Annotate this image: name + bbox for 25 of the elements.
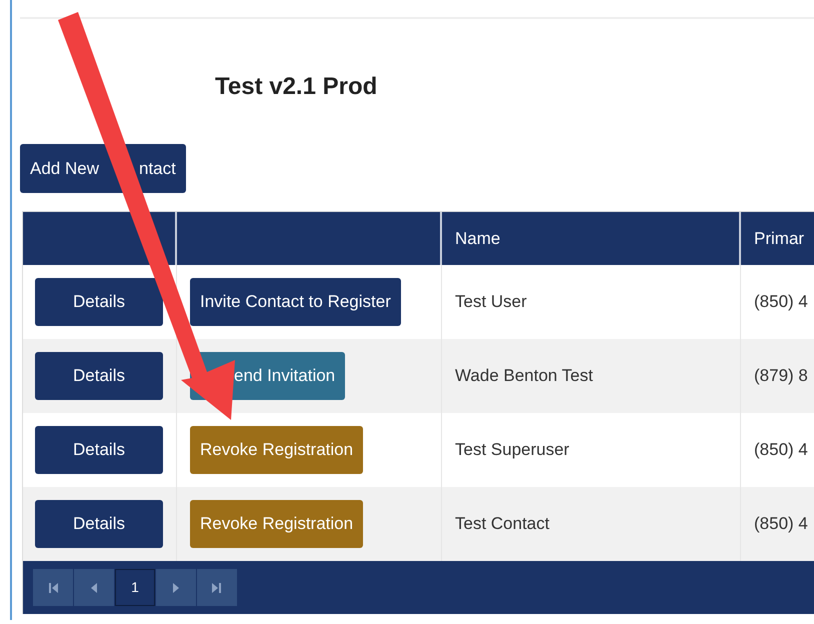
details-button[interactable]: Details [35,500,163,548]
first-page-icon [46,580,60,594]
last-page-button[interactable] [197,569,237,606]
next-page-button[interactable] [156,569,196,606]
name-cell-text: Wade Benton Test [455,365,593,388]
action-button[interactable]: Revoke Registration [190,500,364,548]
phone-cell-text: (850) 4 [754,439,808,462]
column-header: Primar [754,228,804,250]
column-header: Name [455,228,500,250]
action-button[interactable]: Invite Contact to Register [190,278,401,326]
details-button[interactable]: Details [35,278,163,326]
name-cell-text: Test Superuser [455,439,570,462]
name-cell-text: Test User [455,291,527,314]
first-page-button[interactable] [33,569,73,606]
action-button[interactable]: Revoke Registration [190,426,364,474]
phone-cell-text: (850) 4 [754,513,808,536]
name-cell-text: Test Contact [455,513,550,536]
page-title: Test v2.1 Prod [215,72,378,102]
previous-page-button[interactable] [74,569,114,606]
page-button[interactable]: 1 [115,569,155,606]
last-page-icon [210,580,224,594]
details-button[interactable]: Details [35,352,163,400]
details-button[interactable]: Details [35,426,163,474]
phone-cell-text: (879) 8 [754,365,808,388]
phone-cell-text: (850) 4 [754,291,808,314]
